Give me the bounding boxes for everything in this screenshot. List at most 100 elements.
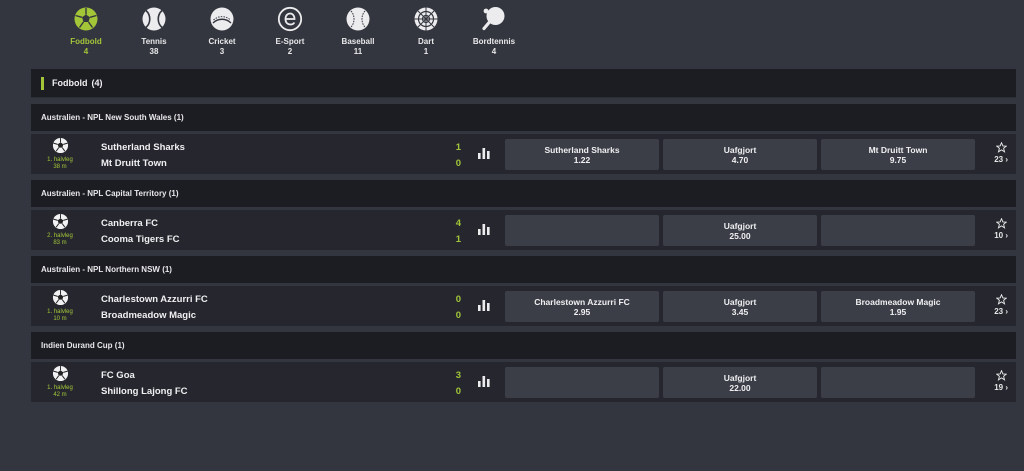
odd-price: 1.95 bbox=[889, 306, 907, 317]
sport-tab-tennis[interactable]: Tennis 38 bbox=[120, 6, 188, 68]
away-team: Broadmeadow Magic bbox=[101, 309, 197, 321]
sport-tab-cricket[interactable]: Cricket 3 bbox=[188, 6, 256, 68]
sport-label: Dart bbox=[417, 37, 434, 46]
football-icon bbox=[52, 289, 68, 306]
sport-count: 2 bbox=[287, 47, 293, 56]
odd-button-draw[interactable]: Uafgjort 25.00 bbox=[663, 215, 817, 246]
section-header: Fodbold (4) bbox=[31, 69, 1016, 98]
favorite-more[interactable]: 23 › bbox=[994, 142, 1008, 164]
football-icon bbox=[74, 7, 98, 31]
sport-tab-dart[interactable]: Dart 1 bbox=[392, 6, 460, 68]
league-header[interactable]: Australien - NPL Capital Territory (1) bbox=[31, 180, 1016, 207]
cricket-ball-icon bbox=[210, 7, 234, 31]
more-markets-link[interactable]: 23 › bbox=[994, 155, 1008, 164]
sport-tab-baseball[interactable]: Baseball 11 bbox=[324, 6, 392, 68]
odd-price: 4.70 bbox=[731, 154, 749, 165]
sport-label: Cricket bbox=[208, 37, 236, 46]
more-markets-link[interactable]: 23 › bbox=[994, 307, 1008, 316]
away-team-row: Cooma Tigers FC 1 bbox=[101, 231, 461, 247]
odds-group: Uafgjort 22.00 bbox=[505, 367, 975, 398]
league-header[interactable]: Indien Durand Cup (1) bbox=[31, 332, 1016, 359]
table-tennis-icon bbox=[482, 7, 505, 31]
league-header[interactable]: Australien - NPL New South Wales (1) bbox=[31, 104, 1016, 131]
odd-button-draw[interactable]: Uafgjort 22.00 bbox=[663, 367, 817, 398]
star-icon[interactable] bbox=[995, 370, 1007, 381]
sport-tab-fodbold[interactable]: Fodbold 4 bbox=[52, 6, 120, 68]
home-team-row: Canberra FC 4 bbox=[101, 215, 461, 231]
star-icon[interactable] bbox=[995, 218, 1007, 229]
odds-group: Uafgjort 25.00 bbox=[505, 215, 975, 246]
odd-button-home[interactable] bbox=[505, 367, 659, 398]
stats-icon[interactable] bbox=[477, 298, 491, 312]
odd-button-home[interactable] bbox=[505, 215, 659, 246]
away-team: Mt Druitt Town bbox=[101, 157, 167, 169]
away-score: 0 bbox=[455, 157, 461, 169]
match-teams: Canberra FC 4 Cooma Tigers FC 1 bbox=[101, 215, 461, 247]
section-count: (4) bbox=[91, 78, 103, 88]
stats-icon[interactable] bbox=[477, 146, 491, 160]
match-period: 1. halvleg bbox=[47, 385, 73, 391]
more-markets-link[interactable]: 10 › bbox=[994, 231, 1008, 240]
odd-price: 22.00 bbox=[729, 382, 751, 393]
odd-button-draw[interactable]: Uafgjort 3.45 bbox=[663, 291, 817, 322]
stats-icon[interactable] bbox=[477, 374, 491, 388]
sport-count: 1 bbox=[423, 47, 429, 56]
match-list: Fodbold (4) Australien - NPL New South W… bbox=[31, 69, 1016, 402]
more-markets-link[interactable]: 19 › bbox=[994, 383, 1008, 392]
match-period: 2. halvleg bbox=[47, 233, 73, 239]
match-row[interactable]: 2. halvleg 83 m Canberra FC 4 Cooma Tige… bbox=[31, 210, 1016, 250]
odd-price: 25.00 bbox=[729, 230, 751, 241]
odd-label: Uafgjort bbox=[723, 144, 757, 155]
sport-count: 38 bbox=[149, 47, 159, 56]
home-score: 4 bbox=[455, 217, 461, 229]
odd-button-draw[interactable]: Uafgjort 4.70 bbox=[663, 139, 817, 170]
home-team: Canberra FC bbox=[101, 217, 159, 229]
match-teams: Sutherland Sharks 1 Mt Druitt Town 0 bbox=[101, 139, 461, 171]
sport-tab-esport[interactable]: E-Sport 2 bbox=[256, 6, 324, 68]
away-score: 0 bbox=[455, 309, 461, 321]
stats-icon[interactable] bbox=[477, 222, 491, 236]
odd-button-away[interactable]: Broadmeadow Magic 1.95 bbox=[821, 291, 975, 322]
home-team-row: Sutherland Sharks 1 bbox=[101, 139, 461, 155]
odd-label: Uafgjort bbox=[723, 220, 757, 231]
favorite-more[interactable]: 19 › bbox=[994, 370, 1008, 392]
sport-label: Fodbold bbox=[70, 37, 102, 46]
favorite-more[interactable]: 10 › bbox=[994, 218, 1008, 240]
match-row[interactable]: 1. halvleg 38 m Sutherland Sharks 1 Mt D… bbox=[31, 134, 1016, 174]
league-header[interactable]: Australien - NPL Northern NSW (1) bbox=[31, 256, 1016, 283]
away-team: Cooma Tigers FC bbox=[101, 233, 180, 245]
football-icon bbox=[52, 137, 68, 154]
odd-button-away[interactable]: Mt Druitt Town 9.75 bbox=[821, 139, 975, 170]
star-icon[interactable] bbox=[995, 294, 1007, 305]
away-team-row: Shillong Lajong FC 0 bbox=[101, 383, 461, 399]
away-team: Shillong Lajong FC bbox=[101, 385, 188, 397]
favorite-more[interactable]: 23 › bbox=[994, 294, 1008, 316]
odd-label: Uafgjort bbox=[723, 296, 757, 307]
odds-group: Charlestown Azzurri FC 2.95 Uafgjort 3.4… bbox=[505, 291, 975, 322]
sport-tab-bordtennis[interactable]: Bordtennis 4 bbox=[460, 6, 528, 68]
sport-count: 3 bbox=[219, 47, 225, 56]
match-teams: Charlestown Azzurri FC 0 Broadmeadow Mag… bbox=[101, 291, 461, 323]
match-row[interactable]: 1. halvleg 10 m Charlestown Azzurri FC 0… bbox=[31, 286, 1016, 326]
odd-price: 1.22 bbox=[573, 154, 591, 165]
home-score: 1 bbox=[455, 141, 461, 153]
away-score: 0 bbox=[455, 385, 461, 397]
odd-button-away[interactable] bbox=[821, 367, 975, 398]
match-minute: 10 m bbox=[53, 316, 67, 322]
away-team-row: Broadmeadow Magic 0 bbox=[101, 307, 461, 323]
odd-button-home[interactable]: Charlestown Azzurri FC 2.95 bbox=[505, 291, 659, 322]
sport-count: 11 bbox=[353, 47, 363, 56]
match-status: 1. halvleg 38 m bbox=[31, 137, 89, 171]
odd-button-home[interactable]: Sutherland Sharks 1.22 bbox=[505, 139, 659, 170]
star-icon[interactable] bbox=[995, 142, 1007, 153]
match-minute: 38 m bbox=[53, 164, 67, 170]
esport-icon bbox=[277, 6, 303, 32]
sport-count: 4 bbox=[83, 47, 89, 56]
match-row[interactable]: 1. halvleg 42 m FC Goa 3 Shillong Lajong… bbox=[31, 362, 1016, 402]
odd-label: Charlestown Azzurri FC bbox=[534, 296, 630, 307]
odd-button-away[interactable] bbox=[821, 215, 975, 246]
football-icon bbox=[52, 365, 68, 382]
match-period: 1. halvleg bbox=[47, 157, 73, 163]
match-period: 1. halvleg bbox=[47, 309, 73, 315]
match-minute: 42 m bbox=[53, 392, 67, 398]
